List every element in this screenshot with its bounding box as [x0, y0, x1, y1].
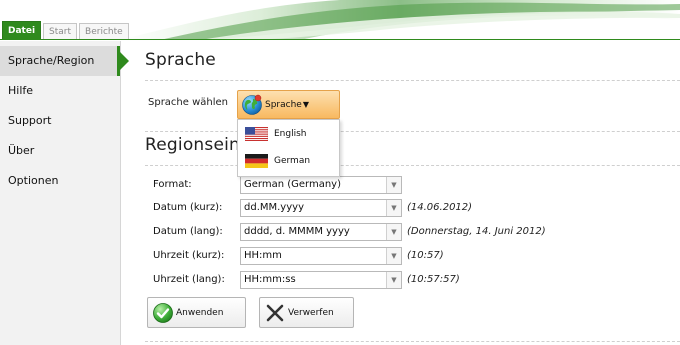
region-section-title: Regionseinstellungen [145, 135, 241, 155]
language-option-english[interactable]: English [238, 120, 339, 147]
tab-start[interactable]: Start [43, 23, 78, 40]
ribbon-divider [0, 39, 680, 40]
language-option-label: German [274, 155, 311, 166]
section-divider [145, 165, 680, 166]
long-date-value: dddd, d. MMMM yyyy [244, 226, 350, 237]
sidebar-item-sprache-region[interactable]: Sprache/Region [0, 46, 129, 76]
apply-button-label: Anwenden [176, 307, 224, 318]
apply-button[interactable]: Anwenden [147, 297, 246, 328]
section-divider [145, 80, 680, 81]
sidebar-item-support[interactable]: Support [0, 106, 120, 136]
german-flag-icon [245, 153, 268, 168]
short-time-label: Uhrzeit (kurz): [153, 250, 225, 261]
sidebar: Sprache/Region Hilfe Support Über Option… [0, 41, 129, 345]
chevron-down-icon[interactable]: ▼ [386, 248, 401, 264]
sidebar-item-ueber[interactable]: Über [0, 136, 120, 166]
us-flag-icon [245, 126, 268, 141]
chevron-down-icon: ▼ [302, 100, 309, 109]
short-date-value: dd.MM.yyyy [244, 202, 304, 213]
language-option-german[interactable]: German [238, 147, 339, 174]
short-date-select[interactable]: dd.MM.yyyy ▼ [240, 199, 402, 217]
tab-datei[interactable]: Datei [2, 21, 42, 40]
section-divider [145, 341, 680, 342]
short-date-example: (14.06.2012) [407, 202, 473, 213]
long-time-value: HH:mm:ss [244, 274, 296, 285]
long-date-example: (Donnerstag, 14. Juni 2012) [407, 226, 546, 237]
short-time-value: HH:mm [244, 250, 282, 261]
language-section-title: Sprache [145, 50, 216, 70]
format-value: German (Germany) [244, 179, 341, 190]
globe-icon [242, 94, 262, 115]
ribbon-tabs: Datei Start Berichte [0, 20, 129, 40]
main-content: Sprache Sprache wählen Sprache ▼ English… [122, 41, 680, 345]
discard-button[interactable]: Verwerfen [259, 297, 354, 328]
chevron-down-icon[interactable]: ▼ [386, 224, 401, 240]
tab-berichte[interactable]: Berichte [79, 23, 129, 40]
language-button-label: Sprache [265, 99, 302, 110]
discard-button-label: Verwerfen [288, 307, 334, 318]
format-select[interactable]: German (Germany) ▼ [240, 176, 402, 194]
chevron-down-icon[interactable]: ▼ [386, 272, 401, 288]
short-time-select[interactable]: HH:mm ▼ [240, 247, 402, 265]
language-select-label: Sprache wählen [148, 97, 229, 108]
language-dropdown-button[interactable]: Sprache ▼ [237, 90, 340, 119]
chevron-down-icon[interactable]: ▼ [386, 177, 401, 193]
long-time-example: (10:57:57) [407, 274, 460, 285]
check-circle-icon [153, 302, 173, 323]
chevron-down-icon[interactable]: ▼ [386, 200, 401, 216]
format-label: Format: [153, 179, 192, 190]
language-dropdown-menu: English German [237, 119, 340, 177]
sidebar-item-optionen[interactable]: Optionen [0, 166, 120, 196]
long-time-select[interactable]: HH:mm:ss ▼ [240, 271, 402, 289]
section-divider [145, 131, 680, 132]
language-option-label: English [274, 128, 307, 139]
short-date-label: Datum (kurz): [153, 202, 223, 213]
sidebar-item-hilfe[interactable]: Hilfe [0, 76, 120, 106]
ribbon-header: Datei Start Berichte [0, 0, 680, 40]
long-date-label: Datum (lang): [153, 226, 223, 237]
x-icon [266, 304, 284, 321]
short-time-example: (10:57) [407, 250, 444, 261]
long-time-label: Uhrzeit (lang): [153, 274, 225, 285]
long-date-select[interactable]: dddd, d. MMMM yyyy ▼ [240, 223, 402, 241]
